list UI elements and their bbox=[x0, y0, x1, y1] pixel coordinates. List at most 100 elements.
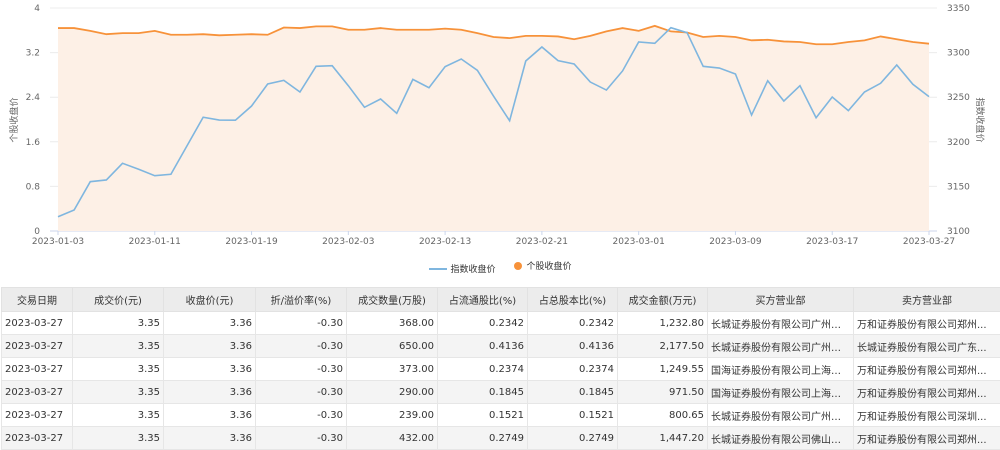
table-cell: 3.36 bbox=[164, 335, 256, 358]
column-header[interactable]: 成交价(元) bbox=[73, 288, 164, 312]
table-cell: 3.35 bbox=[73, 427, 164, 450]
x-tick-label: 2023-03-17 bbox=[806, 237, 858, 247]
table-cell: 971.50 bbox=[618, 381, 708, 404]
table-cell: 373.00 bbox=[347, 358, 438, 381]
table-row: 2023-03-273.353.36-0.30239.000.15210.152… bbox=[2, 404, 1000, 427]
right-axis-title: 指数收盘价 bbox=[974, 97, 986, 142]
table-cell: 2023-03-27 bbox=[2, 404, 73, 427]
table-cell: 432.00 bbox=[347, 427, 438, 450]
column-header[interactable]: 成交数量(万股) bbox=[347, 288, 438, 312]
table-cell: 国海证券股份有限公司上海世... bbox=[708, 381, 854, 404]
x-tick-label: 2023-02-21 bbox=[516, 237, 568, 247]
left-tick-label: 0.8 bbox=[26, 182, 41, 192]
table-cell: 国海证券股份有限公司上海世... bbox=[708, 358, 854, 381]
table-cell: 3.35 bbox=[73, 358, 164, 381]
table-cell: 0.2342 bbox=[528, 312, 618, 335]
column-header[interactable]: 交易日期 bbox=[2, 288, 73, 312]
table-cell: 3.36 bbox=[164, 427, 256, 450]
legend-item-stock-close[interactable]: 个股收盘价 bbox=[514, 259, 571, 272]
x-tick-label: 2023-01-03 bbox=[32, 237, 84, 247]
table-cell: 0.2342 bbox=[438, 312, 528, 335]
column-header[interactable]: 占流通股比(%) bbox=[438, 288, 528, 312]
table-cell: 长城证券股份有限公司广州天... bbox=[708, 335, 854, 358]
left-tick-label: 2.4 bbox=[26, 93, 41, 103]
table-cell: 2,177.50 bbox=[618, 335, 708, 358]
table-cell: 2023-03-27 bbox=[2, 427, 73, 450]
right-tick-label: 3300 bbox=[947, 49, 970, 59]
right-tick-label: 3350 bbox=[947, 4, 970, 14]
table-row: 2023-03-273.353.36-0.30368.000.23420.234… bbox=[2, 312, 1000, 335]
table-cell: 长城证券股份有限公司佛山顺... bbox=[708, 427, 854, 450]
x-tick-label: 2023-02-03 bbox=[322, 237, 374, 247]
table-cell: 万和证券股份有限公司郑州... bbox=[854, 312, 1000, 335]
column-header[interactable]: 占总股本比(%) bbox=[528, 288, 618, 312]
table-cell: -0.30 bbox=[256, 312, 347, 335]
table-cell: 3.36 bbox=[164, 358, 256, 381]
table-row: 2023-03-273.353.36-0.30290.000.18450.184… bbox=[2, 381, 1000, 404]
x-tick-label: 2023-01-11 bbox=[129, 237, 181, 247]
table-cell: 万和证券股份有限公司郑州... bbox=[854, 427, 1000, 450]
table-cell: -0.30 bbox=[256, 335, 347, 358]
table-cell: -0.30 bbox=[256, 427, 347, 450]
x-tick-label: 2023-02-13 bbox=[419, 237, 471, 247]
table-cell: 0.4136 bbox=[528, 335, 618, 358]
column-header[interactable]: 卖方营业部 bbox=[854, 288, 1000, 312]
table-cell: 3.35 bbox=[73, 312, 164, 335]
table-cell: 1,232.80 bbox=[618, 312, 708, 335]
right-tick-label: 3150 bbox=[947, 182, 970, 192]
table-cell: 0.2749 bbox=[528, 427, 618, 450]
table-cell: 长城证券股份有限公司广州天... bbox=[708, 312, 854, 335]
table-cell: 长城证券股份有限公司广州天... bbox=[708, 404, 854, 427]
x-tick-label: 2023-03-09 bbox=[709, 237, 762, 247]
column-header[interactable]: 买方营业部 bbox=[708, 288, 854, 312]
table-cell: 长城证券股份有限公司广东... bbox=[854, 335, 1000, 358]
right-tick-label: 3250 bbox=[947, 93, 970, 103]
left-tick-label: 0 bbox=[34, 227, 40, 237]
table-cell: 万和证券股份有限公司郑州... bbox=[854, 381, 1000, 404]
table-cell: -0.30 bbox=[256, 381, 347, 404]
left-tick-label: 3.2 bbox=[26, 49, 40, 59]
table-cell: -0.30 bbox=[256, 358, 347, 381]
table-cell: 3.35 bbox=[73, 381, 164, 404]
legend-dot-icon bbox=[514, 262, 522, 270]
table-cell: 0.2749 bbox=[438, 427, 528, 450]
left-axis-title: 个股收盘价 bbox=[8, 97, 20, 142]
column-header[interactable]: 折/溢价率(%) bbox=[256, 288, 347, 312]
legend-label: 指数收盘价 bbox=[451, 262, 496, 275]
right-tick-label: 3100 bbox=[947, 227, 970, 237]
table-row: 2023-03-273.353.36-0.30432.000.27490.274… bbox=[2, 427, 1000, 450]
table-cell: 0.1845 bbox=[438, 381, 528, 404]
left-tick-label: 1.6 bbox=[26, 138, 41, 148]
table-cell: 3.36 bbox=[164, 404, 256, 427]
table-row: 2023-03-273.353.36-0.30373.000.23740.237… bbox=[2, 358, 1000, 381]
table-cell: 0.2374 bbox=[528, 358, 618, 381]
table-cell: 0.2374 bbox=[438, 358, 528, 381]
table-cell: 2023-03-27 bbox=[2, 358, 73, 381]
table-cell: 0.1521 bbox=[438, 404, 528, 427]
stock-close-area bbox=[58, 26, 929, 231]
table-cell: 万和证券股份有限公司郑州... bbox=[854, 358, 1000, 381]
table-cell: 3.36 bbox=[164, 381, 256, 404]
table-cell: 3.35 bbox=[73, 404, 164, 427]
table-cell: 3.35 bbox=[73, 335, 164, 358]
table-cell: 0.1845 bbox=[528, 381, 618, 404]
table-cell: 1,249.55 bbox=[618, 358, 708, 381]
x-tick-label: 2023-01-19 bbox=[225, 237, 278, 247]
right-tick-label: 3200 bbox=[947, 138, 970, 148]
table-cell: 290.00 bbox=[347, 381, 438, 404]
column-header[interactable]: 收盘价(元) bbox=[164, 288, 256, 312]
table-cell: 0.1521 bbox=[528, 404, 618, 427]
table-cell: 万和证券股份有限公司深圳... bbox=[854, 404, 1000, 427]
block-trade-table: 交易日期成交价(元)收盘价(元)折/溢价率(%)成交数量(万股)占流通股比(%)… bbox=[1, 287, 1000, 450]
chart-legend: 指数收盘价 个股收盘价 bbox=[0, 259, 1000, 275]
table-cell: 239.00 bbox=[347, 404, 438, 427]
table-header-row: 交易日期成交价(元)收盘价(元)折/溢价率(%)成交数量(万股)占流通股比(%)… bbox=[2, 288, 1000, 312]
legend-item-index-close[interactable]: 指数收盘价 bbox=[429, 262, 496, 275]
legend-label: 个股收盘价 bbox=[526, 259, 571, 272]
price-chart: 031000.831501.632002.432503.233004335020… bbox=[0, 0, 1000, 258]
table-row: 2023-03-273.353.36-0.30650.000.41360.413… bbox=[2, 335, 1000, 358]
table-cell: -0.30 bbox=[256, 404, 347, 427]
table-cell: 0.4136 bbox=[438, 335, 528, 358]
x-tick-label: 2023-03-01 bbox=[613, 237, 665, 247]
column-header[interactable]: 成交金额(万元) bbox=[618, 288, 708, 312]
